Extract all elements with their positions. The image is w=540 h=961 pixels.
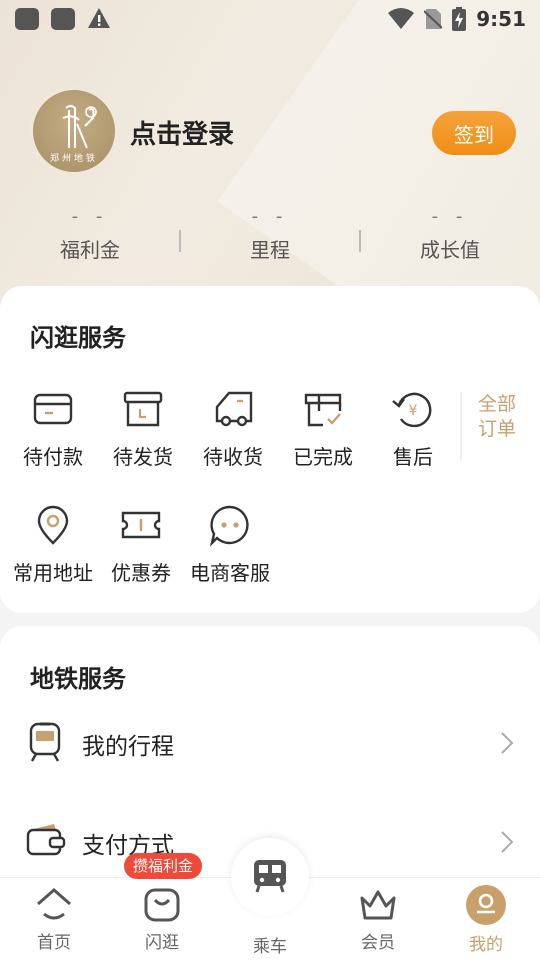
nav-member[interactable]: 会员	[324, 884, 432, 953]
battery-charging-icon	[452, 7, 467, 31]
refund-icon: ¥	[392, 392, 432, 428]
chevron-right-icon	[501, 732, 514, 754]
stat-label: 成长值	[420, 238, 480, 262]
service-label: 常用地址	[13, 561, 93, 585]
nav-label: 乘车	[253, 937, 287, 957]
box-icon	[123, 391, 163, 427]
stat-value: - -	[251, 206, 289, 227]
nav-shop[interactable]: 闪逛	[108, 884, 216, 953]
order-completed[interactable]: 已完成	[283, 387, 363, 470]
chat-icon	[209, 505, 249, 547]
wallet-card-icon	[33, 393, 73, 425]
svg-text:¥: ¥	[409, 403, 418, 419]
order-label: 已完成	[293, 445, 353, 469]
nav-label: 闪逛	[145, 933, 179, 953]
metro-services-title: 地铁服务	[30, 665, 126, 693]
location-pin-icon	[37, 505, 69, 545]
login-link[interactable]: 点击登录	[130, 114, 234, 151]
wifi-icon	[388, 8, 415, 29]
avatar[interactable]: 郑州地铁	[30, 87, 118, 175]
service-customer-support[interactable]: 电商客服	[190, 503, 270, 586]
order-label: 待收货	[203, 445, 263, 469]
profile-icon	[466, 885, 506, 925]
stat-mileage[interactable]: - - 里程	[180, 206, 360, 263]
coupon-icon	[121, 511, 161, 539]
status-bar: 9:51	[0, 0, 540, 36]
all-orders-link[interactable]: 全部 订单	[460, 392, 520, 460]
service-address[interactable]: 常用地址	[13, 503, 93, 586]
nav-ride[interactable]: 乘车	[216, 932, 324, 957]
clock: 9:51	[476, 7, 526, 31]
shopping-bag-icon	[144, 888, 180, 922]
signin-button[interactable]: 签到	[432, 111, 516, 155]
stat-growth[interactable]: - - 成长值	[360, 206, 540, 263]
stat-welfare[interactable]: - - 福利金	[0, 206, 180, 263]
order-after-sales[interactable]: ¥ 售后	[373, 387, 453, 470]
nav-home[interactable]: 首页	[0, 884, 108, 953]
order-to-ship[interactable]: 待发货	[103, 387, 183, 470]
stat-label: 里程	[250, 238, 290, 262]
order-pending-payment[interactable]: 待付款	[13, 387, 93, 470]
stat-value: - -	[71, 206, 109, 227]
welfare-badge: 攒福利金	[124, 853, 203, 879]
nav-label: 会员	[361, 933, 395, 953]
train-icon	[29, 722, 61, 762]
warning-icon	[88, 8, 110, 28]
row-label: 我的行程	[82, 734, 174, 760]
notification-icon	[51, 8, 75, 30]
stat-label: 福利金	[60, 238, 120, 262]
nav-profile[interactable]: 我的	[432, 884, 540, 955]
box-check-icon	[304, 393, 342, 427]
stat-value: - -	[431, 206, 469, 227]
nav-label: 我的	[469, 935, 503, 955]
shop-services-title: 闪逛服务	[30, 324, 126, 352]
chevron-right-icon	[501, 831, 514, 853]
ride-qr-button[interactable]	[231, 838, 309, 916]
notification-icon	[15, 8, 39, 30]
crown-icon	[360, 890, 396, 920]
avatar-logo-text: 郑州地铁	[49, 154, 98, 164]
no-sim-icon	[424, 9, 443, 29]
service-label: 优惠券	[111, 561, 171, 585]
user-stats: - - 福利金 - - 里程 - - 成长值	[0, 206, 540, 266]
service-label: 电商客服	[190, 561, 270, 585]
truck-icon	[215, 391, 253, 427]
wallet-icon	[26, 824, 66, 856]
nav-label: 首页	[37, 933, 71, 953]
home-icon	[37, 888, 71, 920]
bus-icon	[254, 860, 286, 893]
order-label: 售后	[393, 445, 433, 469]
order-label: 待发货	[113, 445, 173, 469]
order-label: 待付款	[23, 445, 83, 469]
order-to-receive[interactable]: 待收货	[193, 387, 273, 470]
service-coupon[interactable]: 优惠券	[101, 503, 181, 586]
my-trips-row[interactable]: 我的行程	[0, 713, 540, 773]
